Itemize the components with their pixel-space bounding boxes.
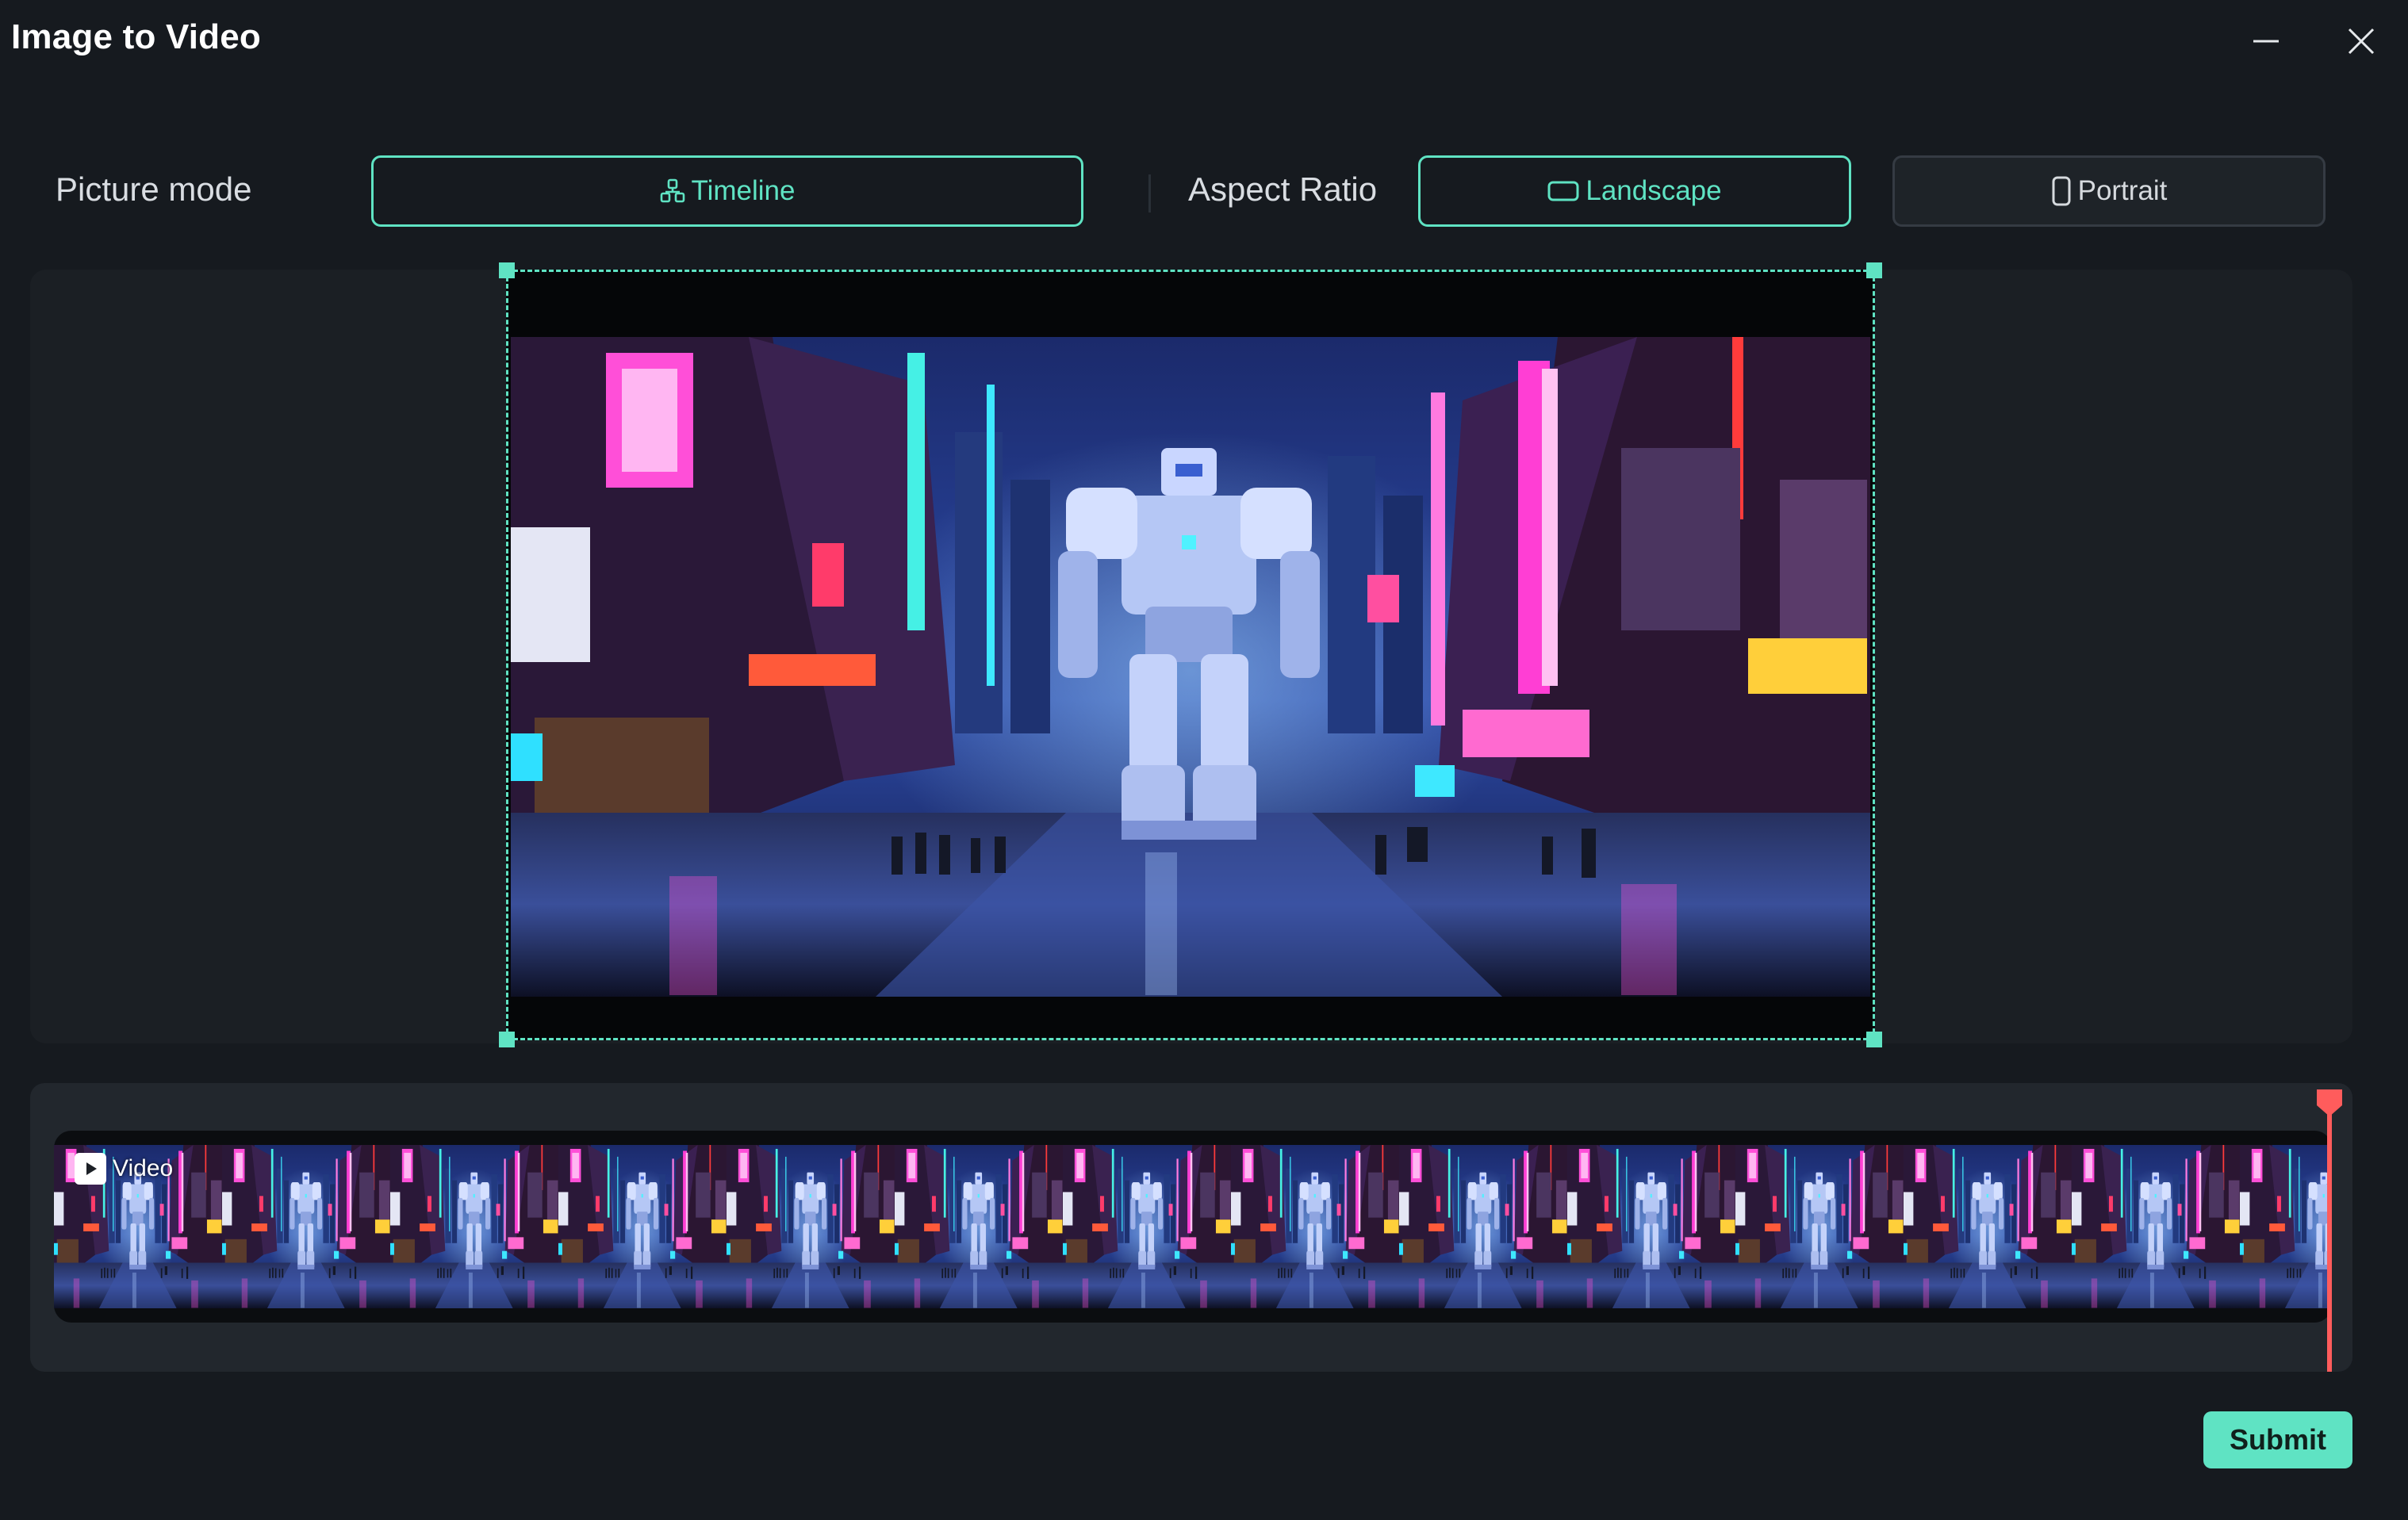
clip-thumbnail — [222, 1145, 390, 1308]
playhead[interactable] — [2327, 1094, 2332, 1372]
picture-mode-label: Picture mode — [56, 170, 252, 208]
resize-handle-bottom-left[interactable] — [499, 1032, 515, 1047]
clip-thumbnail — [1231, 1145, 1399, 1308]
clip-thumbnail — [2072, 1145, 2240, 1308]
clip-thumbnail — [2240, 1145, 2332, 1308]
landscape-icon — [1547, 180, 1579, 202]
close-button[interactable] — [2326, 11, 2397, 71]
timeline-mode-button[interactable]: Timeline — [371, 155, 1083, 227]
clip-thumbnail — [895, 1145, 1063, 1308]
video-clip[interactable]: Video — [54, 1131, 2332, 1323]
clip-thumbnail — [727, 1145, 895, 1308]
clip-thumbnail — [1904, 1145, 2072, 1308]
submit-button[interactable]: Submit — [2203, 1411, 2352, 1468]
clip-thumbnail — [558, 1145, 727, 1308]
resize-handle-top-right[interactable] — [1866, 262, 1882, 278]
clip-filmstrip — [54, 1145, 2332, 1308]
minimize-button[interactable] — [2230, 11, 2302, 71]
aspect-ratio-label: Aspect Ratio — [1188, 170, 1378, 208]
resize-handle-bottom-right[interactable] — [1866, 1032, 1882, 1047]
clip-thumbnail — [1399, 1145, 1567, 1308]
timeline-label: Timeline — [691, 175, 796, 206]
portrait-label: Portrait — [2077, 175, 2168, 206]
landscape-label: Landscape — [1586, 175, 1722, 206]
playhead-marker-icon[interactable] — [2314, 1088, 2345, 1118]
image-to-video-window: Image to Video Picture mode Timeline Asp… — [0, 0, 2408, 1520]
landscape-button[interactable]: Landscape — [1418, 155, 1851, 227]
option-divider — [1148, 174, 1151, 212]
resize-handle-top-left[interactable] — [499, 262, 515, 278]
play-icon — [75, 1153, 106, 1185]
portrait-icon — [2051, 176, 2072, 206]
timeline-icon — [660, 178, 685, 204]
clip-thumbnail — [1567, 1145, 1735, 1308]
minimize-icon — [2252, 27, 2280, 56]
clip-thumbnail — [390, 1145, 558, 1308]
clip-thumbnail — [1063, 1145, 1231, 1308]
preview-image — [511, 337, 1870, 997]
clip-label-text: Video — [113, 1155, 174, 1181]
clip-label: Video — [75, 1153, 173, 1185]
close-icon — [2347, 27, 2375, 56]
window-title: Image to Video — [11, 17, 261, 56]
clip-thumbnail — [1735, 1145, 1904, 1308]
preview-canvas[interactable] — [499, 262, 1882, 1047]
portrait-button[interactable]: Portrait — [1892, 155, 2326, 227]
